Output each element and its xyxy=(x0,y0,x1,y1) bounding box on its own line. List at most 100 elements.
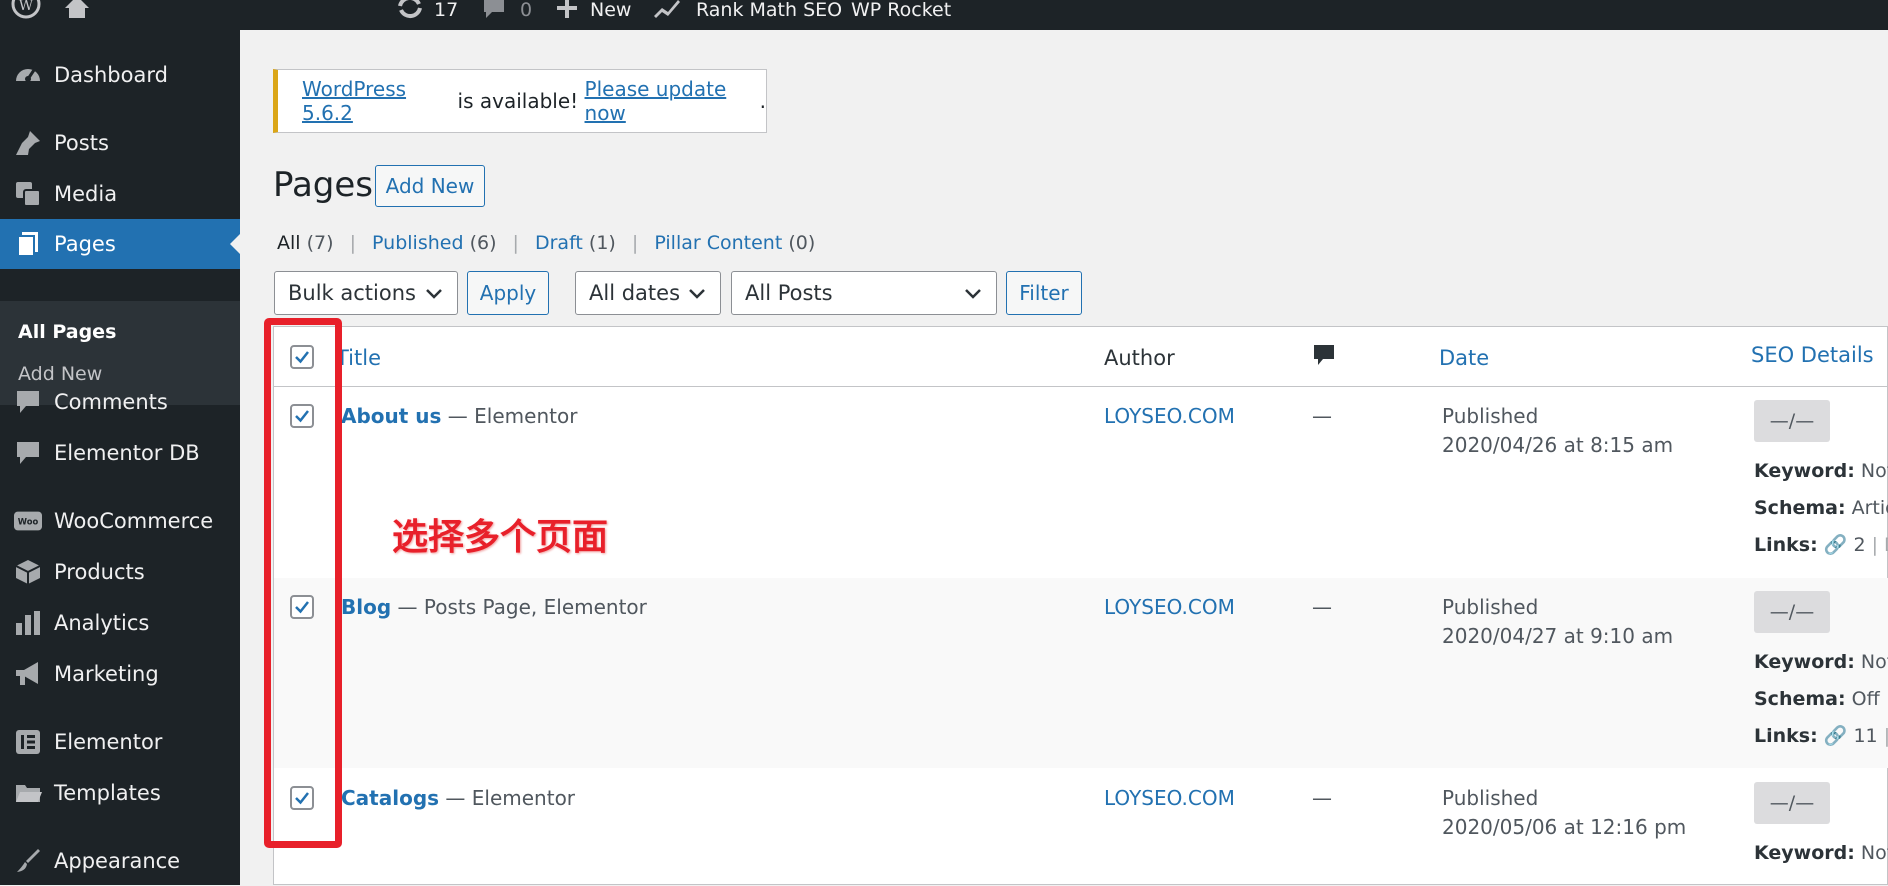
seo-score-badge[interactable]: —/— xyxy=(1754,782,1830,824)
menu-analytics[interactable]: Analytics xyxy=(0,598,240,648)
date-filter-select[interactable]: All dates xyxy=(575,271,721,315)
menu-elementor[interactable]: Elementor xyxy=(0,717,240,767)
page-title-cell: About us — Elementor xyxy=(341,404,577,428)
bulk-actions-select[interactable]: Bulk actions xyxy=(274,271,458,315)
page-state: — Elementor xyxy=(441,404,578,428)
menu-label: Elementor DB xyxy=(54,441,200,465)
menu-templates[interactable]: Templates xyxy=(0,768,240,818)
comment-icon xyxy=(14,388,42,416)
chevron-down-icon xyxy=(688,284,706,308)
updates-button[interactable]: 17 xyxy=(396,0,458,30)
update-now-link[interactable]: Please update now xyxy=(585,77,760,125)
comment-icon xyxy=(14,439,42,467)
refresh-icon xyxy=(396,0,424,20)
status-filters: All (7) | Published (6) | Draft (1) | Pi… xyxy=(277,232,815,254)
comment-icon xyxy=(482,0,506,20)
posts-filter-value: All Posts xyxy=(745,281,833,305)
megaphone-icon xyxy=(14,660,42,688)
menu-media[interactable]: Media xyxy=(0,169,240,219)
author-link[interactable]: LOYSEO.COM xyxy=(1104,786,1235,810)
filter-all-count: (7) xyxy=(306,232,334,254)
menu-elementor-db[interactable]: Elementor DB xyxy=(0,428,240,478)
schema-label: Schema: xyxy=(1754,497,1846,519)
wp-rocket-menu[interactable]: WP Rocket xyxy=(851,0,951,30)
post-status: Published xyxy=(1442,786,1539,810)
menu-woocommerce[interactable]: Woo WooCommerce xyxy=(0,496,240,546)
page-title-cell: Blog — Posts Page, Elementor xyxy=(341,595,647,619)
filter-draft[interactable]: Draft xyxy=(535,232,583,254)
post-date: 2020/04/27 at 9:10 am xyxy=(1442,624,1674,648)
checkbox-highlight-box xyxy=(264,318,342,848)
seo-keyword: Keyword: Not S xyxy=(1754,651,1888,673)
links-label: Links: xyxy=(1754,725,1818,747)
wordpress-version-link[interactable]: WordPress 5.6.2 xyxy=(302,77,451,125)
separator: | xyxy=(631,232,639,254)
seo-links: Links: 🔗 11 | xyxy=(1754,724,1888,747)
keyword-label: Keyword: xyxy=(1754,842,1855,864)
admin-bar: W 17 0 New Rank Math SEO WP Rocket xyxy=(0,0,1888,30)
page-title-link[interactable]: Catalogs xyxy=(341,786,439,810)
link-icon: 🔗 xyxy=(1823,725,1848,747)
menu-pages[interactable]: Pages xyxy=(0,219,240,269)
menu-appearance[interactable]: Appearance xyxy=(0,836,240,886)
seo-score-badge[interactable]: —/— xyxy=(1754,400,1830,442)
menu-label: Posts xyxy=(54,131,109,155)
comments-button[interactable]: 0 xyxy=(482,0,532,30)
page-title: Pages xyxy=(273,165,374,205)
seo-score-badge[interactable]: —/— xyxy=(1754,591,1830,633)
rank-math-menu[interactable]: Rank Math SEO xyxy=(652,0,842,30)
menu-products[interactable]: Products xyxy=(0,547,240,597)
seo-keyword: Keyword: Not S xyxy=(1754,460,1888,482)
author-link[interactable]: LOYSEO.COM xyxy=(1104,595,1235,619)
date-filter-value: All dates xyxy=(589,281,681,305)
rank-math-icon xyxy=(652,0,682,20)
chevron-down-icon xyxy=(964,284,982,308)
submenu-all-pages[interactable]: All Pages xyxy=(18,321,116,343)
posts-filter-select[interactable]: All Posts xyxy=(731,271,997,315)
home-icon[interactable] xyxy=(64,0,90,30)
schema-label: Schema: xyxy=(1754,688,1846,710)
comment-count: — xyxy=(1312,786,1332,810)
comment-count: — xyxy=(1312,404,1332,428)
filter-pillar-content[interactable]: Pillar Content xyxy=(654,232,782,254)
new-content-button[interactable]: New xyxy=(556,0,631,30)
keyword-label: Keyword: xyxy=(1754,651,1855,673)
links-extra: | xyxy=(1883,725,1888,747)
add-new-page-button[interactable]: Add New xyxy=(375,165,485,207)
column-seo-details[interactable]: SEO Details xyxy=(1751,343,1874,367)
seo-schema: Schema: Off xyxy=(1754,688,1880,710)
author-link[interactable]: LOYSEO.COM xyxy=(1104,404,1235,428)
seo-schema: Schema: Article xyxy=(1754,497,1888,519)
menu-label: Products xyxy=(54,560,145,584)
dashboard-icon xyxy=(14,61,42,89)
page-title-link[interactable]: Blog xyxy=(341,595,391,619)
menu-posts[interactable]: Posts xyxy=(0,118,240,168)
bar-chart-icon xyxy=(14,609,42,637)
plus-icon xyxy=(556,0,578,20)
comments-column-icon[interactable] xyxy=(1313,344,1335,373)
column-date[interactable]: Date xyxy=(1439,346,1489,370)
column-title[interactable]: Title xyxy=(336,346,381,370)
menu-marketing[interactable]: Marketing xyxy=(0,649,240,699)
page-title-link[interactable]: About us xyxy=(341,404,441,428)
post-date: 2020/04/26 at 8:15 am xyxy=(1442,433,1674,457)
page-state: — Posts Page, Elementor xyxy=(391,595,647,619)
filter-published[interactable]: Published xyxy=(372,232,463,254)
menu-label: Analytics xyxy=(54,611,150,635)
apply-button[interactable]: Apply xyxy=(467,271,549,315)
separator: | xyxy=(512,232,519,254)
page-title-cell: Catalogs — Elementor xyxy=(341,786,575,810)
menu-comments[interactable]: Comments xyxy=(0,377,240,427)
filter-pillar-count: (0) xyxy=(788,232,816,254)
comments-count: 0 xyxy=(520,0,533,21)
link-icon: 🔗 xyxy=(1823,534,1848,556)
wordpress-logo-icon[interactable]: W xyxy=(10,0,42,30)
box-icon xyxy=(14,558,42,586)
chevron-down-icon xyxy=(425,284,443,308)
pages-icon xyxy=(14,230,42,258)
menu-dashboard[interactable]: Dashboard xyxy=(0,50,240,100)
woo-icon: Woo xyxy=(14,507,42,535)
filter-all[interactable]: All xyxy=(277,232,301,254)
filter-button[interactable]: Filter xyxy=(1006,271,1082,315)
notice-end: . xyxy=(759,89,766,113)
